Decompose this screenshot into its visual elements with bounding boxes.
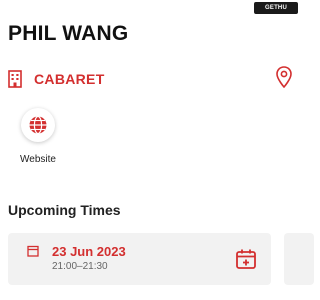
website-button[interactable] [21, 108, 55, 142]
upcoming-times-heading: Upcoming Times [8, 202, 121, 218]
showtime-date: 23 Jun 2023 [52, 244, 126, 259]
website-label: Website [20, 154, 56, 165]
upcoming-time-card[interactable]: 23 Jun 2023 21:00–21:30 [8, 233, 271, 285]
globe-icon [28, 115, 48, 135]
calendar-icon [27, 245, 39, 257]
venue-row[interactable]: CABARET [8, 66, 292, 90]
website-action[interactable]: Website [16, 108, 60, 165]
map-pin-icon[interactable] [276, 66, 292, 88]
event-title: PHIL WANG [8, 22, 129, 45]
showtime-time: 21:00–21:30 [52, 261, 108, 272]
venue-category-label: CABARET [34, 71, 105, 87]
brand-badge: GETHU [254, 2, 298, 14]
next-time-card-peek[interactable] [284, 233, 314, 285]
event-detail-page: GETHU PHIL WANG CABARET Website Upcoming… [0, 0, 314, 300]
building-icon [8, 70, 22, 88]
add-to-calendar-icon[interactable] [235, 248, 257, 270]
brand-badge-text: GETHU [265, 5, 287, 11]
